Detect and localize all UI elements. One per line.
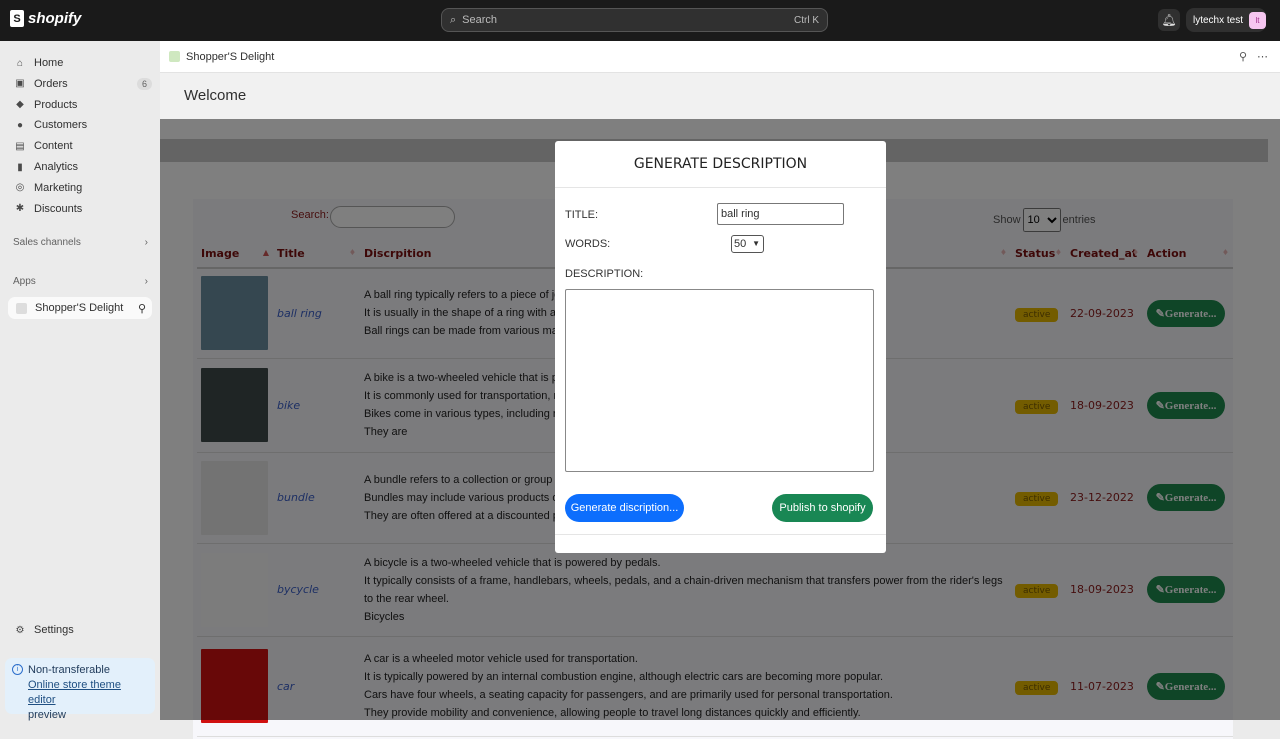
non-transferable-notice: i Non-transferable Online store theme edit…: [5, 658, 155, 721]
description-textarea[interactable]: [565, 289, 874, 472]
notice-title: Non-transferable: [28, 664, 110, 676]
more-icon[interactable]: ⋯: [1257, 50, 1268, 63]
theme-editor-link[interactable]: Online store theme editor: [28, 679, 121, 706]
orders-icon: ▣: [15, 78, 25, 90]
chevron-right-icon: ›: [144, 237, 148, 248]
sidebar-item-label: Analytics: [34, 161, 79, 173]
app-icon: [16, 302, 27, 314]
shopify-logo[interactable]: Sshopify: [10, 10, 81, 27]
apps-section[interactable]: Apps ›: [13, 276, 148, 287]
chevron-right-icon: ›: [144, 276, 148, 287]
home-icon: ⌂: [16, 57, 24, 69]
modal-footer-divider: [555, 534, 886, 535]
sidebar-item-settings[interactable]: ⚙ Settings: [8, 620, 152, 640]
search-shortcut: Ctrl K: [794, 14, 819, 26]
person-icon: ●: [16, 119, 24, 131]
sales-channels-section[interactable]: Sales channels ›: [13, 237, 148, 248]
sidebar-item-label: Customers: [34, 119, 88, 132]
search-placeholder: Search: [462, 14, 498, 26]
sidebar-item-content[interactable]: ▤ Content: [8, 136, 152, 156]
sales-channels-label: Sales channels: [13, 237, 81, 248]
apps-label: Apps: [13, 276, 36, 287]
publish-to-shopify-button[interactable]: Publish to shopify: [772, 494, 873, 522]
sidebar-item-discounts[interactable]: ✱ Discounts: [8, 199, 152, 219]
orders-count-badge: 6: [136, 77, 152, 90]
page-title: Welcome: [184, 87, 247, 104]
global-search[interactable]: ⌕ Search Ctrl K: [441, 8, 828, 32]
sidebar: Sales channels › Apps › Shopper'S Delight ⚲…: [0, 41, 160, 721]
info-icon: i: [12, 664, 23, 675]
sidebar-item-products[interactable]: ◆ Products: [8, 95, 152, 115]
avatar: lt: [1249, 11, 1266, 29]
tag-icon: ◆: [16, 99, 24, 111]
sidebar-item-label: Content: [34, 140, 73, 153]
gear-icon: ⚙: [15, 624, 25, 636]
bar-chart-icon: ▮: [17, 161, 23, 173]
sidebar-item-shoppers-delight[interactable]: Shopper'S Delight ⚲: [8, 297, 152, 319]
brand-name: shopify: [28, 10, 82, 27]
bell-icon[interactable]: 🔔︎: [1158, 9, 1180, 31]
sidebar-item-label: Home: [34, 57, 64, 69]
words-select[interactable]: 50 ▼: [731, 235, 764, 253]
title-input[interactable]: ball ring: [717, 203, 844, 225]
settings-label: Settings: [34, 624, 74, 636]
sidebar-item-marketing[interactable]: ◎ Marketing: [8, 178, 152, 198]
words-label: WORDS:: [565, 238, 611, 250]
chevron-down-icon: ▼: [752, 239, 760, 248]
user-menu[interactable]: lytechx test lt: [1186, 8, 1266, 32]
pin-icon[interactable]: ⚲: [138, 302, 146, 315]
title-label: TITLE:: [565, 209, 599, 221]
discount-icon: ✱: [15, 203, 25, 215]
notice-suffix: preview: [28, 709, 66, 721]
app-icon: [169, 51, 180, 62]
generate-description-modal: GENERATE DESCRIPTION TITLE: ball ring WO…: [555, 141, 886, 553]
modal-title: GENERATE DESCRIPTION: [555, 141, 886, 188]
app-item-label: Shopper'S Delight: [35, 302, 124, 314]
sidebar-item-customers[interactable]: ● Customers: [8, 115, 152, 135]
app-header: Shopper'S Delight ⚲ ⋯: [160, 41, 1280, 73]
app-name: Shopper'S Delight: [186, 50, 275, 63]
sidebar-item-label: Discounts: [34, 202, 83, 215]
shopify-bag-icon: S: [10, 10, 24, 27]
sidebar-item-label: Marketing: [34, 181, 83, 194]
sidebar-item-home[interactable]: ⌂ Home: [8, 53, 152, 73]
top-bar: Sshopify ⌕ Search Ctrl K 🔔︎ lytechx test lt: [0, 0, 1280, 41]
generate-description-button[interactable]: Generate discription...: [565, 494, 684, 522]
pin-icon[interactable]: ⚲: [1239, 50, 1247, 63]
search-icon: ⌕: [450, 13, 457, 26]
description-label: DESCRIPTION:: [565, 268, 644, 280]
sidebar-item-orders[interactable]: ▣ Orders 6: [8, 74, 152, 94]
content-icon: ▤: [15, 140, 25, 152]
user-name: lytechx test: [1193, 14, 1244, 26]
target-icon: ◎: [15, 182, 25, 194]
sidebar-item-analytics[interactable]: ▮ Analytics: [8, 157, 152, 177]
sidebar-item-label: Orders: [34, 77, 68, 90]
sidebar-item-label: Products: [34, 98, 78, 111]
